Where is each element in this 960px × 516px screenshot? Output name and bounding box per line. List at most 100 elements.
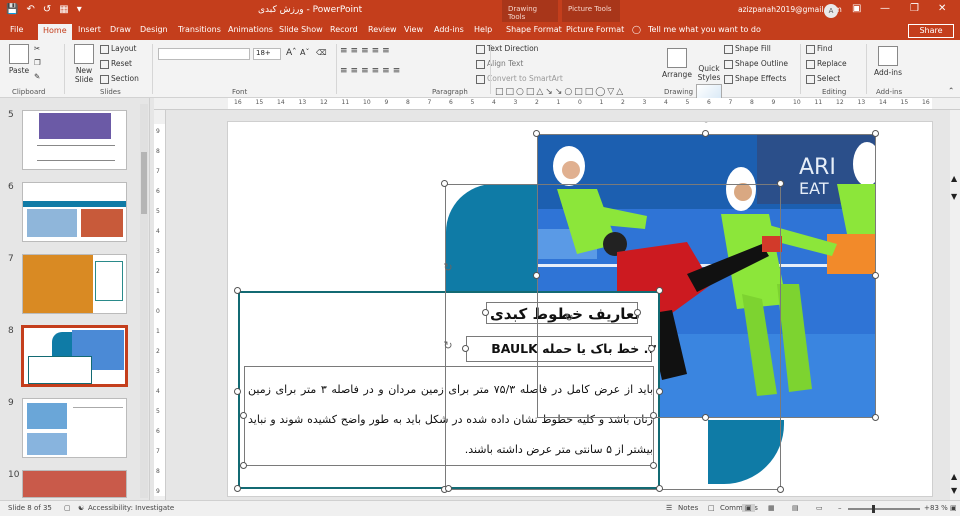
resize-handle[interactable] bbox=[656, 287, 663, 294]
thumbnail-scrollbar[interactable] bbox=[140, 104, 148, 498]
collapse-ribbon-icon[interactable]: ⌃ bbox=[948, 86, 954, 95]
resize-handle[interactable] bbox=[533, 130, 540, 137]
arrange-button[interactable]: Arrange bbox=[662, 48, 692, 79]
reset-button[interactable]: Reset bbox=[100, 59, 132, 69]
comments-icon[interactable]: □ bbox=[708, 504, 715, 512]
zoom-slider[interactable] bbox=[848, 505, 920, 513]
resize-handle[interactable] bbox=[656, 485, 663, 492]
zoom-slider-thumb[interactable] bbox=[872, 505, 875, 513]
tab-review[interactable]: Review bbox=[368, 25, 397, 34]
slideshow-icon[interactable]: ▦ bbox=[59, 4, 68, 15]
shrink-font-icon[interactable]: Aˇ bbox=[300, 48, 309, 57]
paste-button[interactable]: Paste bbox=[6, 44, 32, 75]
zoom-level[interactable]: 83 % bbox=[930, 504, 948, 512]
font-name-combo[interactable] bbox=[158, 48, 250, 60]
reading-view-icon[interactable]: ▤ bbox=[792, 504, 799, 512]
format-painter-icon[interactable]: ✎ bbox=[34, 72, 40, 81]
accessibility-icon[interactable]: ☯ bbox=[78, 504, 84, 512]
scroll-down-icon[interactable]: ▼ bbox=[951, 192, 957, 201]
tab-insert[interactable]: Insert bbox=[78, 25, 101, 34]
tab-home[interactable]: Home bbox=[38, 24, 72, 40]
clear-format-icon[interactable]: ⌫ bbox=[316, 48, 327, 57]
resize-handle[interactable] bbox=[777, 486, 784, 493]
replace-button[interactable]: Replace bbox=[806, 59, 847, 69]
align-text-button[interactable]: Align Text bbox=[476, 59, 523, 69]
slide-canvas[interactable]: ARI EAT تعاریف خطوط کبدی . خط باک یا حمل… bbox=[228, 122, 932, 496]
rotate-handle-icon[interactable]: ↻ bbox=[442, 340, 454, 352]
resize-handle[interactable] bbox=[234, 287, 241, 294]
slide-thumbnail-9[interactable] bbox=[22, 398, 127, 458]
resize-handle[interactable] bbox=[702, 414, 709, 421]
quick-styles-button[interactable]: Quick Styles bbox=[694, 64, 724, 82]
tab-slide-show[interactable]: Slide Show bbox=[279, 25, 323, 34]
tab-file[interactable]: File bbox=[10, 25, 23, 34]
notes-icon[interactable]: ☰ bbox=[666, 504, 672, 512]
customize-icon[interactable]: ▾ bbox=[77, 4, 82, 15]
slide-sorter-icon[interactable]: ▦ bbox=[768, 504, 775, 512]
list-buttons-icon[interactable]: ≡≡≡≡≡ bbox=[340, 46, 393, 56]
find-button[interactable]: Find bbox=[806, 44, 832, 54]
resize-handle[interactable] bbox=[777, 180, 784, 187]
resize-handle[interactable] bbox=[872, 130, 879, 137]
tab-record[interactable]: Record bbox=[330, 25, 358, 34]
add-ins-button[interactable]: Add-ins bbox=[872, 46, 904, 77]
tab-add-ins[interactable]: Add-ins bbox=[434, 25, 464, 34]
rotate-handle-icon[interactable]: ↻ bbox=[563, 312, 575, 324]
grow-font-icon[interactable]: Aˆ bbox=[286, 48, 297, 58]
align-buttons-icon[interactable]: ≡≡≡≡≡≡ bbox=[340, 66, 403, 76]
rotate-handle-icon[interactable]: ↻ bbox=[700, 122, 712, 126]
resize-handle[interactable] bbox=[445, 485, 452, 492]
resize-handle[interactable] bbox=[656, 388, 663, 395]
layout-button[interactable]: Layout bbox=[100, 44, 137, 54]
tab-design[interactable]: Design bbox=[140, 25, 168, 34]
restore-icon[interactable]: ❐ bbox=[910, 3, 919, 14]
copy-icon[interactable]: ❐ bbox=[34, 58, 41, 67]
resize-handle[interactable] bbox=[240, 412, 247, 419]
resize-handle[interactable] bbox=[648, 345, 655, 352]
shape-outline-button[interactable]: Shape Outline bbox=[724, 59, 788, 69]
tab-shape-format[interactable]: Shape Format bbox=[506, 25, 562, 34]
prev-slide-icon[interactable]: ▲ bbox=[951, 472, 957, 481]
close-icon[interactable]: ✕ bbox=[938, 3, 946, 14]
tab-draw[interactable]: Draw bbox=[110, 25, 131, 34]
text-direction-button[interactable]: Text Direction bbox=[476, 44, 538, 54]
slide-thumbnail-6[interactable] bbox=[22, 182, 127, 242]
canvas-scrollbar[interactable]: ▲ ▼ ▲ ▼ bbox=[950, 110, 960, 500]
resize-handle[interactable] bbox=[650, 412, 657, 419]
resize-handle[interactable] bbox=[650, 462, 657, 469]
new-slide-button[interactable]: New Slide bbox=[70, 44, 98, 84]
tab-animations[interactable]: Animations bbox=[228, 25, 273, 34]
slideshow-view-icon[interactable]: ▭ bbox=[816, 504, 823, 512]
tab-picture-format[interactable]: Picture Format bbox=[566, 25, 624, 34]
minimize-icon[interactable]: — bbox=[880, 3, 890, 14]
redo-icon[interactable]: ↺ bbox=[43, 4, 51, 15]
fit-slide-icon[interactable]: ▣ bbox=[950, 504, 957, 512]
shape-effects-button[interactable]: Shape Effects bbox=[724, 74, 786, 84]
spellcheck-icon[interactable]: ▢ bbox=[64, 504, 71, 512]
next-slide-icon[interactable]: ▼ bbox=[951, 486, 957, 495]
scroll-up-icon[interactable]: ▲ bbox=[951, 174, 957, 183]
resize-handle[interactable] bbox=[234, 388, 241, 395]
select-button[interactable]: Select bbox=[806, 74, 840, 84]
slide-thumbnail-8[interactable] bbox=[21, 325, 128, 387]
undo-icon[interactable]: ↶ bbox=[26, 4, 34, 15]
tab-transitions[interactable]: Transitions bbox=[178, 25, 221, 34]
tell-me-search[interactable]: Tell me what you want to do bbox=[648, 25, 761, 34]
shape-fill-button[interactable]: Shape Fill bbox=[724, 44, 771, 54]
ribbon-display-icon[interactable]: ▣ bbox=[852, 3, 861, 14]
resize-handle[interactable] bbox=[872, 272, 879, 279]
section-button[interactable]: Section bbox=[100, 74, 139, 84]
slide-thumbnail-10[interactable] bbox=[22, 470, 127, 498]
zoom-in-icon[interactable]: + bbox=[924, 504, 930, 512]
cut-icon[interactable]: ✂ bbox=[34, 44, 40, 53]
resize-handle[interactable] bbox=[441, 180, 448, 187]
resize-handle[interactable] bbox=[234, 485, 241, 492]
resize-handle[interactable] bbox=[872, 414, 879, 421]
slide-thumbnail-5[interactable] bbox=[22, 110, 127, 170]
notes-button[interactable]: Notes bbox=[678, 504, 698, 512]
rotate-handle-icon[interactable]: ↻ bbox=[442, 262, 454, 274]
resize-handle[interactable] bbox=[462, 345, 469, 352]
resize-handle[interactable] bbox=[533, 272, 540, 279]
resize-handle[interactable] bbox=[634, 309, 641, 316]
slide-thumbnail-7[interactable] bbox=[22, 254, 127, 314]
